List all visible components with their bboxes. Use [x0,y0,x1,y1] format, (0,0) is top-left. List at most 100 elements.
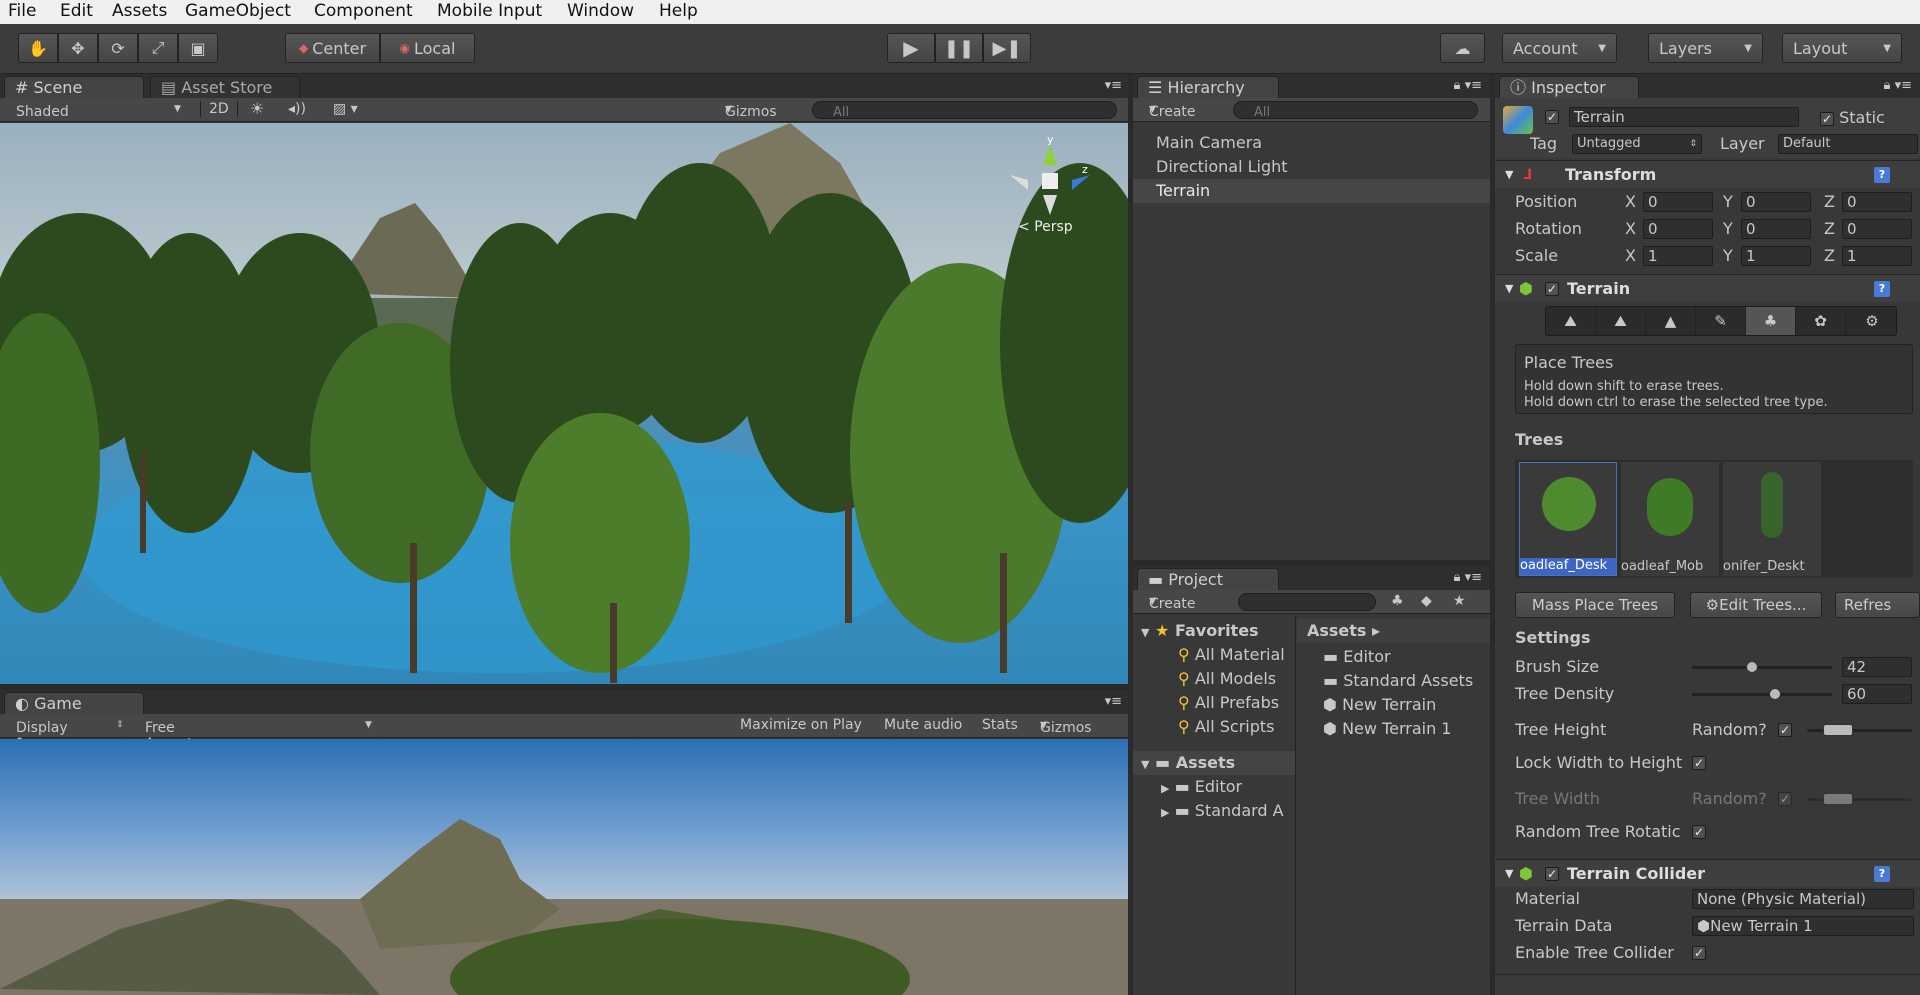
tag-dropdown[interactable]: Untagged ⇕ [1572,134,1702,154]
static-toggle[interactable]: ✓ Static [1820,108,1885,127]
tab-project[interactable]: ▬ Project [1137,568,1279,590]
paint-details-icon[interactable]: ✿ [1796,307,1846,335]
gizmos-dropdown[interactable]: Gizmos ▾ [725,101,777,120]
random-rotation-checkbox[interactable]: ✓ [1692,825,1706,839]
favorites-node[interactable]: ▼ ★ Favorites [1133,619,1295,643]
hierarchy-item[interactable]: Main Camera [1133,131,1490,155]
file-item[interactable]: ⬢ New Terrain 1 [1297,717,1490,741]
scale-z-field[interactable]: 1 [1842,246,1912,266]
menu-gameobject[interactable]: GameObject [185,0,291,22]
hierarchy-search-input[interactable]: All [1233,101,1478,120]
game-viewport[interactable] [0,739,1128,995]
panel-menu-icon[interactable]: ▾≡ [1105,78,1122,93]
tab-inspector[interactable]: ⓘ Inspector [1499,76,1639,98]
collab-cloud-button[interactable]: ☁ [1440,33,1485,63]
file-item[interactable]: ▬ Standard Assets [1297,669,1490,693]
material-field[interactable]: None (Physic Material) [1692,889,1914,909]
layout-dropdown[interactable]: Layout ▼ [1782,33,1902,63]
lock-width-checkbox[interactable]: ✓ [1692,756,1706,770]
scene-effects-icon[interactable]: ▨ ▾ [333,101,358,117]
position-x-field[interactable]: 0 [1643,192,1713,212]
scene-lighting-icon[interactable]: ☀ [250,99,264,118]
active-checkbox[interactable]: ✓ [1545,110,1559,124]
terrain-component-header[interactable]: ▼ ⬢ ✓ Terrain ? [1495,274,1920,302]
play-button[interactable]: ▶ [887,33,935,63]
lock-icon[interactable]: 🔒︎ ▾≡ [1884,78,1912,93]
scene-audio-icon[interactable]: ◂)) [288,101,306,117]
tree-density-field[interactable]: 60 [1842,684,1912,704]
pivot-local-button[interactable]: ◉ Local [380,33,475,63]
tab-hierarchy[interactable]: ☰ Hierarchy [1137,76,1279,98]
brush-size-field[interactable]: 42 [1842,657,1912,677]
file-item[interactable]: ⬢ New Terrain [1297,693,1490,717]
terrain-enabled-checkbox[interactable]: ✓ [1545,282,1559,296]
tree-density-slider-knob[interactable] [1768,688,1781,700]
file-item[interactable]: ▬ Editor [1297,645,1490,669]
transform-header[interactable]: ▼ ⅃ Transform ? [1495,160,1920,188]
rotation-x-field[interactable]: 0 [1643,219,1713,239]
raise-lower-icon[interactable]: ⛰ [1546,307,1596,335]
favorite-search-item[interactable]: ⚲ All Models [1133,667,1295,691]
position-y-field[interactable]: 0 [1741,192,1811,212]
favorite-search-item[interactable]: ⚲ All Material [1133,643,1295,667]
persp-label[interactable]: < Persp [1018,219,1073,235]
edit-trees-button[interactable]: ⚙Edit Trees... [1690,592,1822,618]
hierarchy-create-dropdown[interactable]: Create ▾ [1149,101,1196,120]
tree-prototype[interactable]: oadleaf_Mob [1621,462,1719,576]
place-trees-icon[interactable]: ♣ [1746,307,1796,335]
tab-game[interactable]: ◐ Game [4,692,144,714]
layer-dropdown[interactable]: Default [1778,134,1918,154]
menu-window[interactable]: Window [567,0,634,22]
account-dropdown[interactable]: Account ▼ [1502,33,1617,63]
scene-search-input[interactable]: All [812,101,1117,120]
scale-tool-button[interactable]: ⤢ [138,33,178,63]
project-create-dropdown[interactable]: Create ▾ [1149,593,1196,612]
panel-menu-icon[interactable]: ▾≡ [1105,694,1122,709]
lock-icon[interactable]: 🔒︎ ▾≡ [1454,570,1482,585]
game-gizmos-dropdown[interactable]: Gizmos ▾ [1040,717,1092,736]
menu-edit[interactable]: Edit [60,0,93,22]
project-search-input[interactable] [1238,593,1376,611]
hierarchy-item-selected[interactable]: Terrain [1133,179,1490,203]
scene-viewport[interactable]: y z < Persp [0,123,1128,684]
scale-x-field[interactable]: 1 [1643,246,1713,266]
rotation-y-field[interactable]: 0 [1741,219,1811,239]
breadcrumb[interactable]: Assets ▸ [1297,619,1490,643]
rotate-tool-button[interactable]: ⟳ [98,33,138,63]
pause-button[interactable]: ❚❚ [935,33,983,63]
scene-orientation-gizmo[interactable]: y z < Persp [1010,133,1090,235]
tree-height-random-checkbox[interactable]: ✓ [1778,723,1792,737]
maximize-on-play-toggle[interactable]: Maximize on Play [740,717,862,733]
tab-scene[interactable]: # Scene [4,76,144,98]
move-tool-button[interactable]: ✥ [58,33,98,63]
tab-asset-store[interactable]: ▤ Asset Store [150,76,300,98]
filter-type-icon[interactable]: ♣ [1391,593,1404,609]
help-icon[interactable]: ? [1874,866,1890,882]
menu-component[interactable]: Component [314,0,413,22]
menu-file[interactable]: File [8,0,36,22]
step-button[interactable]: ▶❚ [983,33,1031,63]
rect-tool-button[interactable]: ▣ [178,33,218,63]
object-name-field[interactable]: Terrain [1569,107,1799,127]
tree-prototype-selected[interactable]: oadleaf_Desk [1519,462,1617,576]
position-z-field[interactable]: 0 [1842,192,1912,212]
brush-size-slider-knob[interactable] [1745,661,1758,673]
help-icon[interactable]: ? [1874,281,1890,297]
tree-density-slider[interactable] [1692,688,1832,700]
favorite-star-icon[interactable]: ★ [1453,593,1466,609]
stats-toggle[interactable]: Stats [982,717,1018,733]
tree-prototype[interactable]: onifer_Deskt [1723,462,1821,576]
menu-assets[interactable]: Assets [112,0,167,22]
terrain-data-field[interactable]: ⬢New Terrain 1 [1692,916,1914,936]
toggle-2d-button[interactable]: 2D [200,101,238,117]
mute-audio-toggle[interactable]: Mute audio [884,717,962,733]
terrain-settings-gear-icon[interactable]: ⚙ [1846,307,1898,335]
smooth-height-icon[interactable]: ▲ [1646,307,1696,335]
tree-height-range-slider[interactable] [1807,724,1912,736]
favorite-search-item[interactable]: ⚲ All Scripts [1133,715,1295,739]
layers-dropdown[interactable]: Layers ▼ [1648,33,1763,63]
help-icon[interactable]: ? [1874,167,1890,183]
brush-size-slider[interactable] [1692,661,1832,673]
rotation-z-field[interactable]: 0 [1842,219,1912,239]
mass-place-trees-button[interactable]: Mass Place Trees [1515,592,1675,618]
